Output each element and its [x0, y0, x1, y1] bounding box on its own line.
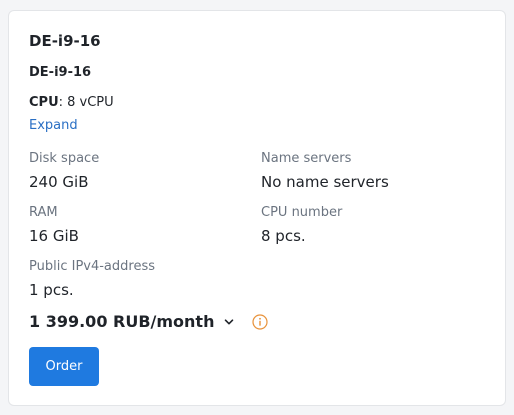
order-button[interactable]: Order [29, 347, 99, 386]
server-title: DE-i9-16 [29, 32, 101, 50]
spec-ipv4-value: 1 pcs. [29, 281, 74, 299]
spec-ram-value: 16 GiB [29, 227, 79, 245]
spec-ram: RAM 16 GiB [29, 204, 79, 246]
spec-disk-value: 240 GiB [29, 173, 89, 191]
spec-cpu-number-label: CPU number [261, 205, 343, 220]
server-card: DE-i9-16 DE-i9-16 CPU: 8 vCPU Expand Dis… [8, 10, 506, 406]
spec-cpu-number-value: 8 pcs. [261, 227, 306, 245]
spec-name-servers-label: Name servers [261, 151, 352, 166]
spec-ram-label: RAM [29, 205, 58, 220]
spec-name-servers: Name servers No name servers [261, 150, 389, 192]
chevron-down-icon[interactable] [222, 315, 236, 329]
spec-name-servers-value: No name servers [261, 173, 389, 191]
spec-disk-label: Disk space [29, 151, 100, 166]
spec-disk: Disk space 240 GiB [29, 150, 99, 192]
cpu-summary: CPU: 8 vCPU [29, 94, 114, 112]
spec-ipv4: Public IPv4-address 1 pcs. [29, 258, 155, 300]
price-row: 1 399.00 RUB/month [29, 311, 269, 333]
price-text: 1 399.00 RUB/month [29, 312, 215, 331]
spec-ipv4-label: Public IPv4-address [29, 259, 156, 274]
server-subtitle: DE-i9-16 [29, 65, 92, 80]
cpu-label: CPU [29, 95, 59, 110]
cpu-value: : 8 vCPU [58, 95, 114, 110]
info-icon[interactable] [252, 314, 269, 330]
expand-link[interactable]: Expand [29, 117, 78, 135]
spec-cpu-number: CPU number 8 pcs. [261, 204, 342, 246]
